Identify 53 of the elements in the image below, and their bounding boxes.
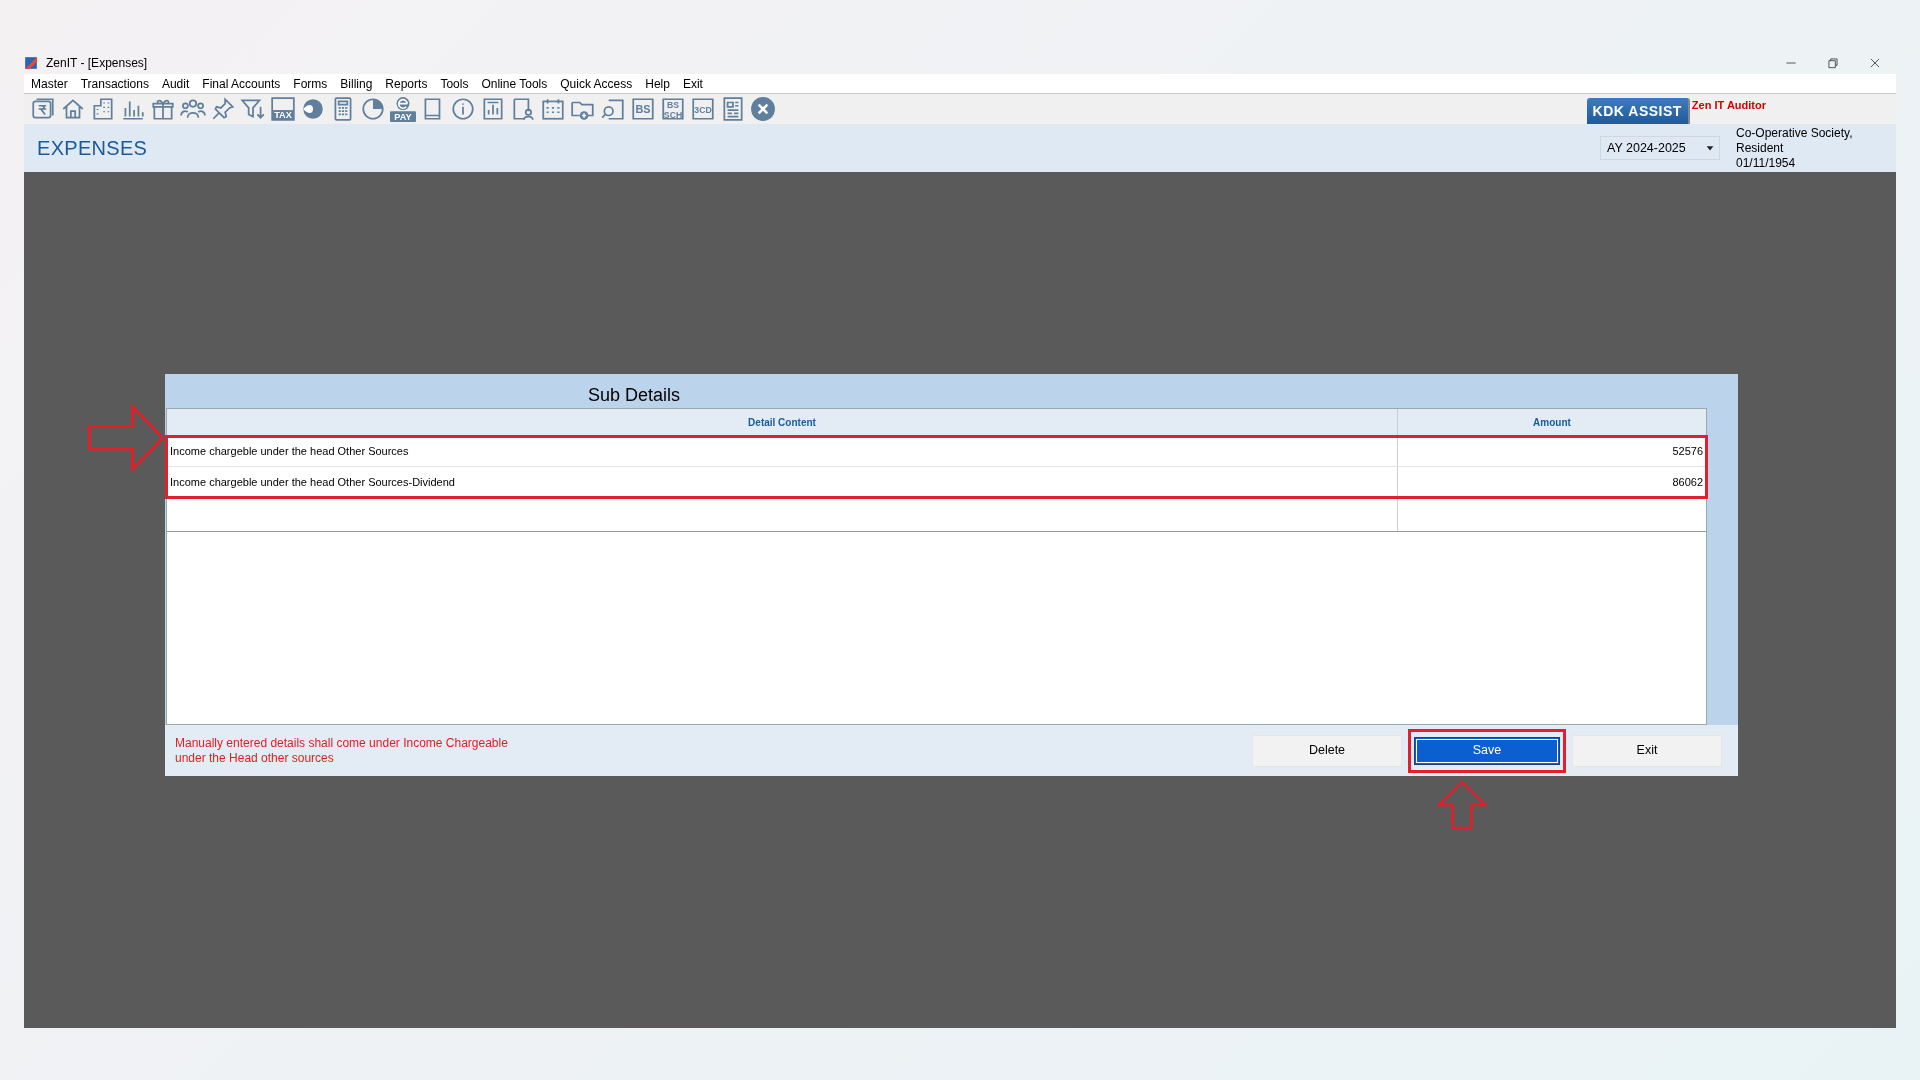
column-header: Detail Content (748, 415, 816, 430)
menu-item[interactable]: Online Tools (481, 74, 548, 93)
action-button[interactable]: Delete (1252, 734, 1402, 767)
menu-item[interactable]: Tools (440, 74, 469, 93)
product-label: Zen IT Auditor (1691, 98, 1766, 113)
assist-button[interactable]: KDK ASSIST (1586, 98, 1690, 124)
column-header: Amount (1533, 415, 1571, 430)
menu-item[interactable]: Final Accounts (202, 74, 281, 93)
table-cell-text: Income chargeble under the head Other Sources-Dividend (170, 474, 455, 490)
report-icon[interactable] (480, 96, 506, 122)
window-title: ZenIT - [Expenses] (46, 55, 148, 72)
close-circle-icon[interactable] (750, 96, 776, 122)
restore-icon[interactable] (1826, 56, 1840, 70)
table-cell-text: 86062 (1672, 474, 1703, 490)
labelled-document-icon[interactable]: BS (630, 96, 656, 122)
action-button[interactable]: Exit (1572, 734, 1722, 767)
client-info-text: Co-Operative Society, (1736, 125, 1854, 141)
menu-item[interactable]: Transactions (80, 74, 149, 93)
table-cell-text: 52576 (1672, 443, 1703, 459)
menu-item[interactable]: Master (31, 74, 68, 93)
warning-text: under the Head other sources (175, 750, 335, 766)
menu-item[interactable]: Audit (161, 74, 190, 93)
dropdown-caret-icon (1705, 143, 1715, 153)
action-button[interactable]: Save (1414, 736, 1560, 765)
year-select[interactable]: AY 2024-2025 (1600, 136, 1720, 160)
filter-icon[interactable] (240, 96, 266, 122)
client-info-text: Resident (1736, 140, 1785, 156)
dialog-title: Sub Details (588, 385, 681, 405)
calendar-icon[interactable] (540, 96, 566, 122)
pie-chart-icon[interactable] (360, 96, 386, 122)
menu-item[interactable]: Reports (385, 74, 428, 93)
menu-item[interactable]: Exit (682, 74, 703, 93)
tax-icon[interactable]: TAX (270, 96, 296, 122)
warning-text: Manually entered details shall come under Income Chargeable (175, 735, 508, 751)
user-document-icon[interactable] (510, 96, 536, 122)
info-icon[interactable] (450, 96, 476, 122)
grid-document-icon[interactable] (720, 96, 746, 122)
client-info-text: 01/11/1954 (1736, 155, 1797, 171)
app-logo-icon (24, 56, 38, 70)
document-search-icon[interactable] (600, 96, 626, 122)
close-icon[interactable] (1868, 56, 1882, 70)
page-title: EXPENSES (37, 136, 148, 161)
pin-icon[interactable] (210, 96, 236, 122)
money-icon[interactable] (30, 96, 56, 122)
menu-item[interactable]: Billing (340, 74, 373, 93)
disc-icon[interactable] (300, 96, 326, 122)
labelled-document-icon[interactable]: BS SCH (660, 96, 686, 122)
labelled-document-icon[interactable]: 3CD (690, 96, 716, 122)
menu-item[interactable]: Forms (293, 74, 328, 93)
table-cell-text: Income chargeble under the head Other Sources (170, 443, 409, 459)
menu-item[interactable]: Help (645, 74, 670, 93)
menu-item[interactable]: Quick Access (560, 74, 633, 93)
building-icon[interactable] (90, 96, 116, 122)
